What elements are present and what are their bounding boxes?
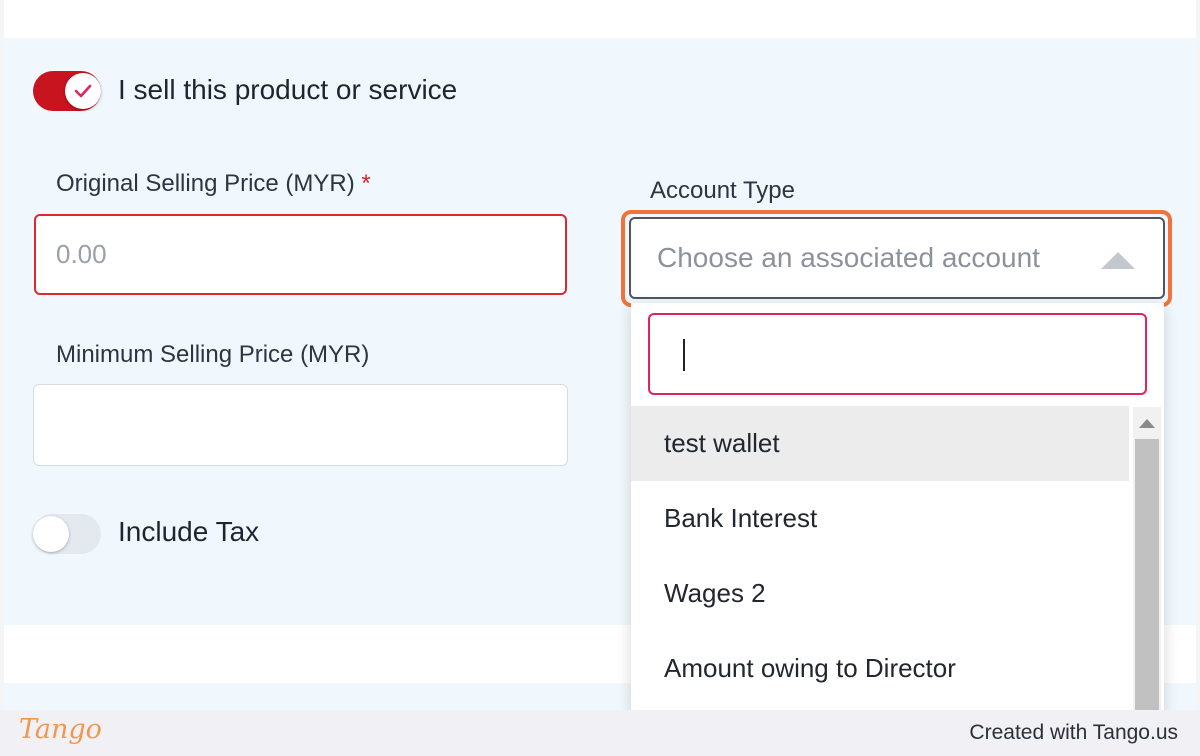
account-type-select[interactable]: Choose an associated account (629, 217, 1165, 299)
tango-logo: Tango (19, 714, 102, 745)
sell-product-toggle[interactable] (33, 71, 101, 111)
dropdown-option[interactable]: test wallet (631, 406, 1129, 481)
footer-credit: Created with Tango.us (969, 721, 1178, 744)
scrollbar-thumb[interactable] (1135, 439, 1159, 713)
dropdown-search-input[interactable] (648, 313, 1147, 395)
toggle-knob (33, 516, 69, 552)
original-price-input[interactable] (34, 214, 567, 295)
dropdown-options: test wallet Bank Interest Wages 2 Amount… (631, 406, 1129, 706)
dropdown-option[interactable]: Amount owing to Director (631, 631, 1129, 706)
toggle-knob (65, 73, 101, 109)
dropdown-option[interactable]: Wages 2 (631, 556, 1129, 631)
sell-product-label: I sell this product or service (118, 74, 458, 105)
original-price-label-text: Original Selling Price (MYR) (56, 170, 355, 197)
text-cursor (683, 339, 685, 371)
dropdown-scrollbar[interactable] (1133, 407, 1161, 713)
include-tax-label: Include Tax (118, 516, 260, 547)
minimum-price-label: Minimum Selling Price (MYR) (56, 341, 370, 368)
account-type-placeholder: Choose an associated account (657, 242, 1040, 273)
check-icon (74, 84, 92, 98)
original-price-label: Original Selling Price (MYR) * (56, 170, 371, 198)
scroll-up-arrow-icon[interactable] (1139, 419, 1155, 428)
chevron-up-icon[interactable] (1101, 252, 1135, 269)
tango-footer: Tango Created with Tango.us (0, 710, 1200, 756)
minimum-price-input[interactable] (33, 384, 568, 466)
required-mark: * (361, 170, 371, 197)
dropdown-option[interactable]: Bank Interest (631, 481, 1129, 556)
account-type-label: Account Type (650, 177, 795, 204)
account-type-dropdown: test wallet Bank Interest Wages 2 Amount… (631, 303, 1164, 713)
include-tax-toggle[interactable] (33, 514, 101, 554)
top-strip (4, 0, 1196, 38)
